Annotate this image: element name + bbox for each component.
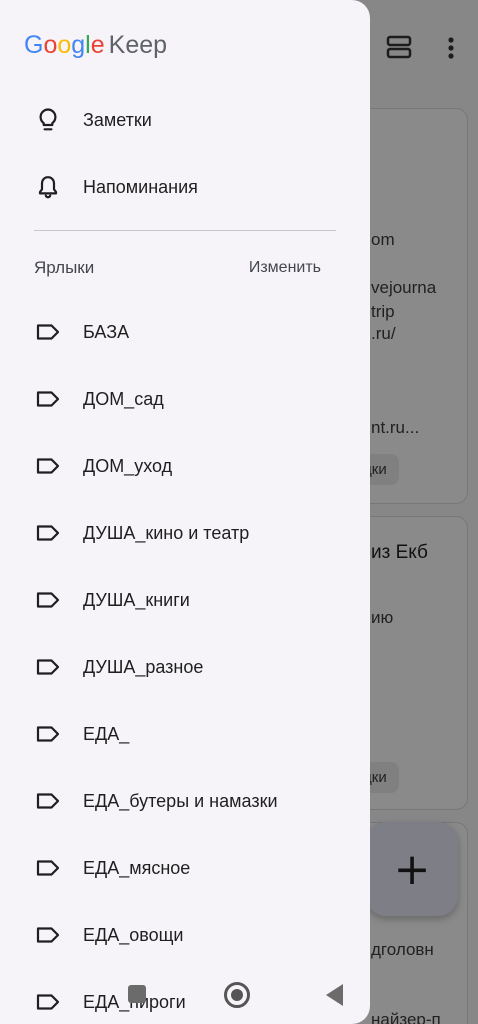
label-item[interactable]: БАЗА	[0, 300, 370, 364]
label-item[interactable]: ЕДА_	[0, 702, 370, 766]
label-icon	[34, 854, 62, 882]
label-item-text: ДУША_разное	[83, 656, 204, 677]
label-icon	[34, 586, 62, 614]
label-item-text: ДУША_книги	[83, 589, 190, 610]
label-icon	[34, 787, 62, 815]
label-item[interactable]: ДОМ_уход	[0, 434, 370, 498]
label-icon	[34, 318, 62, 346]
label-item[interactable]: ДОМ_сад	[0, 367, 370, 431]
label-item[interactable]: ЕДА_мясное	[0, 836, 370, 900]
system-navigation-bar	[0, 968, 370, 1024]
nav-item-label: Напоминания	[83, 176, 198, 197]
label-item-text: ДУША_кино и театр	[83, 522, 250, 543]
label-item-text: ЕДА_мясное	[83, 857, 191, 878]
label-item-text: ДОМ_уход	[83, 455, 173, 476]
label-item-text: ЕДА_	[83, 723, 130, 744]
label-icon	[34, 720, 62, 748]
google-keep-logo: Google Keep	[24, 31, 168, 59]
labels-section-title: Ярлыки	[34, 258, 95, 277]
label-item-text: ЕДА_овощи	[83, 924, 184, 945]
edit-labels-button[interactable]: Изменить	[249, 259, 321, 277]
lightbulb-icon	[34, 106, 62, 134]
label-icon	[34, 921, 62, 949]
label-item-text: ДОМ_сад	[83, 388, 164, 409]
label-icon	[34, 519, 62, 547]
label-item[interactable]: ЕДА_бутеры и намазки	[0, 769, 370, 833]
nav-item-reminders[interactable]: Напоминания	[0, 155, 370, 219]
nav-item-label: Заметки	[83, 109, 152, 130]
label-item-text: ЕДА_бутеры и намазки	[83, 790, 278, 811]
label-icon	[34, 452, 62, 480]
nav-item-notes[interactable]: Заметки	[0, 88, 370, 152]
bell-icon	[34, 173, 62, 201]
label-item[interactable]: ДУША_кино и театр	[0, 501, 370, 565]
label-item[interactable]: ДУША_разное	[0, 635, 370, 699]
navigation-drawer: Google Keep Заметки Напоминания Ярлыки Из…	[0, 0, 370, 1024]
label-item[interactable]: ДУША_книги	[0, 568, 370, 632]
home-button[interactable]	[224, 982, 250, 1008]
label-item-text: БАЗА	[83, 321, 130, 342]
recents-button[interactable]	[128, 985, 146, 1003]
label-icon	[34, 385, 62, 413]
divider	[34, 230, 336, 231]
label-icon	[34, 653, 62, 681]
back-button[interactable]	[326, 984, 343, 1006]
label-item[interactable]: ЕДА_овощи	[0, 903, 370, 967]
